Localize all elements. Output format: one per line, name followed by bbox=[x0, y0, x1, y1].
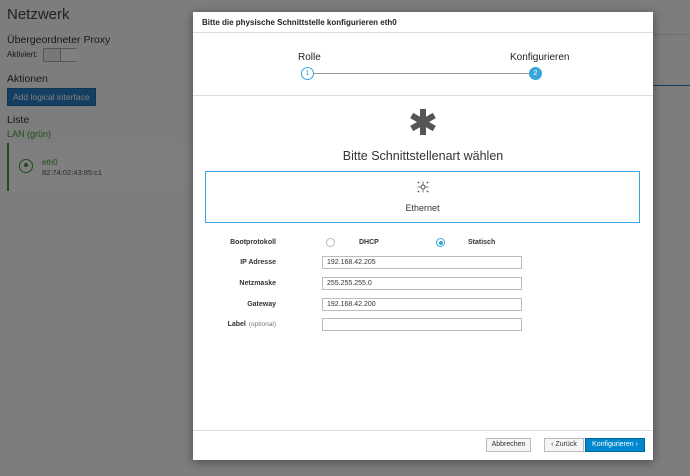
netmask-input[interactable]: 255.255.255.0 bbox=[322, 277, 522, 290]
ethernet-label: Ethernet bbox=[405, 203, 440, 213]
network-hub-icon bbox=[417, 181, 429, 193]
ip-address-input[interactable]: 192.168.42.205 bbox=[322, 256, 522, 269]
back-button[interactable]: ‹ Zurück bbox=[544, 438, 584, 452]
configure-interface-dialog: Bitte die physische Schnittstelle konfig… bbox=[193, 12, 653, 460]
boot-protocol-label: Bootprotokoll bbox=[230, 239, 276, 246]
label-field-text: Label bbox=[227, 321, 246, 328]
label-input[interactable] bbox=[322, 318, 522, 331]
dhcp-radio[interactable] bbox=[326, 238, 335, 247]
dialog-title: Bitte die physische Schnittstelle konfig… bbox=[193, 12, 653, 33]
step-label-role: Rolle bbox=[298, 52, 321, 63]
static-label: Statisch bbox=[468, 239, 496, 246]
cancel-button[interactable]: Abbrechen bbox=[486, 438, 531, 452]
netmask-label: Netzmaske bbox=[239, 280, 276, 287]
step-label-configure: Konfigurieren bbox=[510, 52, 570, 63]
label-field-label: Label (optional) bbox=[186, 321, 276, 328]
ethernet-type-option[interactable]: Ethernet bbox=[205, 171, 640, 223]
static-radio[interactable] bbox=[436, 238, 445, 247]
wizard-steps: Rolle Konfigurieren 1 2 bbox=[193, 33, 653, 96]
ip-address-label: IP Adresse bbox=[240, 259, 276, 266]
configure-button[interactable]: Konfigurieren › bbox=[585, 438, 645, 452]
optional-hint: (optional) bbox=[248, 321, 276, 328]
dhcp-label: DHCP bbox=[359, 239, 379, 246]
gateway-input[interactable]: 192.168.42.200 bbox=[322, 298, 522, 311]
step-circle-role[interactable]: 1 bbox=[301, 67, 314, 80]
interface-type-heading: Bitte Schnittstellenart wählen bbox=[342, 149, 504, 163]
dialog-footer: Abbrechen ‹ Zurück Konfigurieren › bbox=[193, 430, 653, 460]
gateway-label: Gateway bbox=[247, 301, 276, 308]
step-connector bbox=[313, 73, 535, 74]
asterisk-icon bbox=[410, 109, 436, 135]
step-circle-configure[interactable]: 2 bbox=[529, 67, 542, 80]
